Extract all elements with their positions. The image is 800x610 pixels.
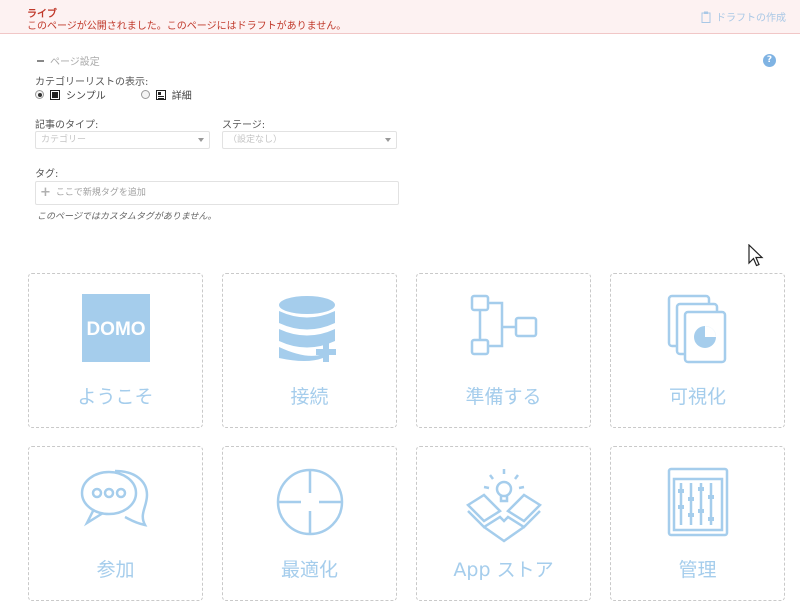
category-display-label: カテゴリーリストの表示: — [35, 77, 149, 88]
create-draft-button[interactable]: ドラフトの作成 — [701, 9, 786, 24]
article-type-label: 記事のタイプ: — [35, 120, 99, 131]
tile-label: ようこそ — [77, 386, 154, 408]
simple-radio-label: シンプル — [66, 91, 106, 102]
chevron-down-icon — [385, 138, 391, 142]
page-settings-panel: ページ設定 ? カテゴリーリストの表示: シンプル 詳細 記事のタイプ: カテゴ… — [0, 34, 800, 264]
chevron-down-icon — [198, 138, 204, 142]
tile-admin[interactable]: 管理 — [610, 446, 785, 601]
banner-message: このページが公開されました。このページにはドラフトがありません。 — [27, 21, 347, 32]
lightbulb-box-icon — [465, 469, 542, 543]
tile-label: 接続 — [290, 386, 329, 408]
tile-label: 参加 — [96, 559, 135, 581]
simple-mode-icon — [50, 89, 60, 100]
tile-prepare[interactable]: 準備する — [416, 273, 591, 428]
tag-note: このページではカスタムタグがありません。 — [37, 212, 217, 222]
page-settings-label: ページ設定 — [50, 57, 100, 68]
mouse-pointer-icon — [748, 244, 764, 267]
tile-label: 準備する — [465, 386, 542, 408]
stage-value: （設定なし） — [228, 135, 283, 145]
collapse-icon — [37, 59, 44, 62]
chart-pages-icon — [667, 294, 726, 364]
tile-optimize[interactable]: 最適化 — [222, 446, 397, 601]
simple-radio[interactable] — [35, 90, 44, 99]
tile-label: 管理 — [678, 559, 717, 581]
tile-engage[interactable]: 参加 — [28, 446, 203, 601]
chat-bubbles-icon — [80, 469, 148, 527]
dataflow-icon — [470, 294, 537, 356]
tag-label: タグ: — [35, 169, 59, 180]
tile-connect[interactable]: 接続 — [222, 273, 397, 428]
tile-app-store[interactable]: App ストア — [416, 446, 591, 601]
live-status-banner: ライブ このページが公開されました。このページにはドラフトがありません。 ドラフ… — [0, 0, 800, 34]
database-add-icon — [278, 296, 336, 362]
tag-input-placeholder: ここで新規タグを追加 — [55, 188, 146, 198]
sliders-icon — [667, 467, 728, 537]
detail-radio[interactable] — [140, 90, 150, 99]
create-draft-label: ドラフトの作成 — [716, 13, 786, 24]
article-type-select[interactable]: カテゴリー — [35, 131, 210, 149]
tile-welcome[interactable]: DOMO ようこそ — [28, 273, 203, 428]
tile-visualize[interactable]: 可視化 — [610, 273, 785, 428]
domo-logo-icon: DOMO — [81, 294, 150, 362]
tile-label: 最適化 — [280, 559, 338, 581]
plus-icon: + — [40, 185, 51, 200]
stage-label: ステージ: — [222, 120, 266, 131]
category-display-options: シンプル 詳細 — [35, 87, 192, 102]
detail-radio-label: 詳細 — [171, 91, 192, 102]
tile-label: App ストア — [453, 559, 554, 581]
article-type-value: カテゴリー — [41, 135, 87, 145]
stage-select[interactable]: （設定なし） — [222, 131, 397, 149]
page-settings-toggle[interactable]: ページ設定 — [37, 53, 100, 68]
clipboard-icon — [701, 11, 711, 23]
help-icon[interactable]: ? — [763, 54, 776, 67]
tile-label: 可視化 — [668, 386, 726, 408]
crosshair-icon — [276, 468, 343, 536]
detail-mode-icon — [155, 89, 166, 100]
svg-text:DOMO: DOMO — [86, 319, 145, 340]
tag-input[interactable]: + ここで新規タグを追加 — [35, 181, 399, 205]
